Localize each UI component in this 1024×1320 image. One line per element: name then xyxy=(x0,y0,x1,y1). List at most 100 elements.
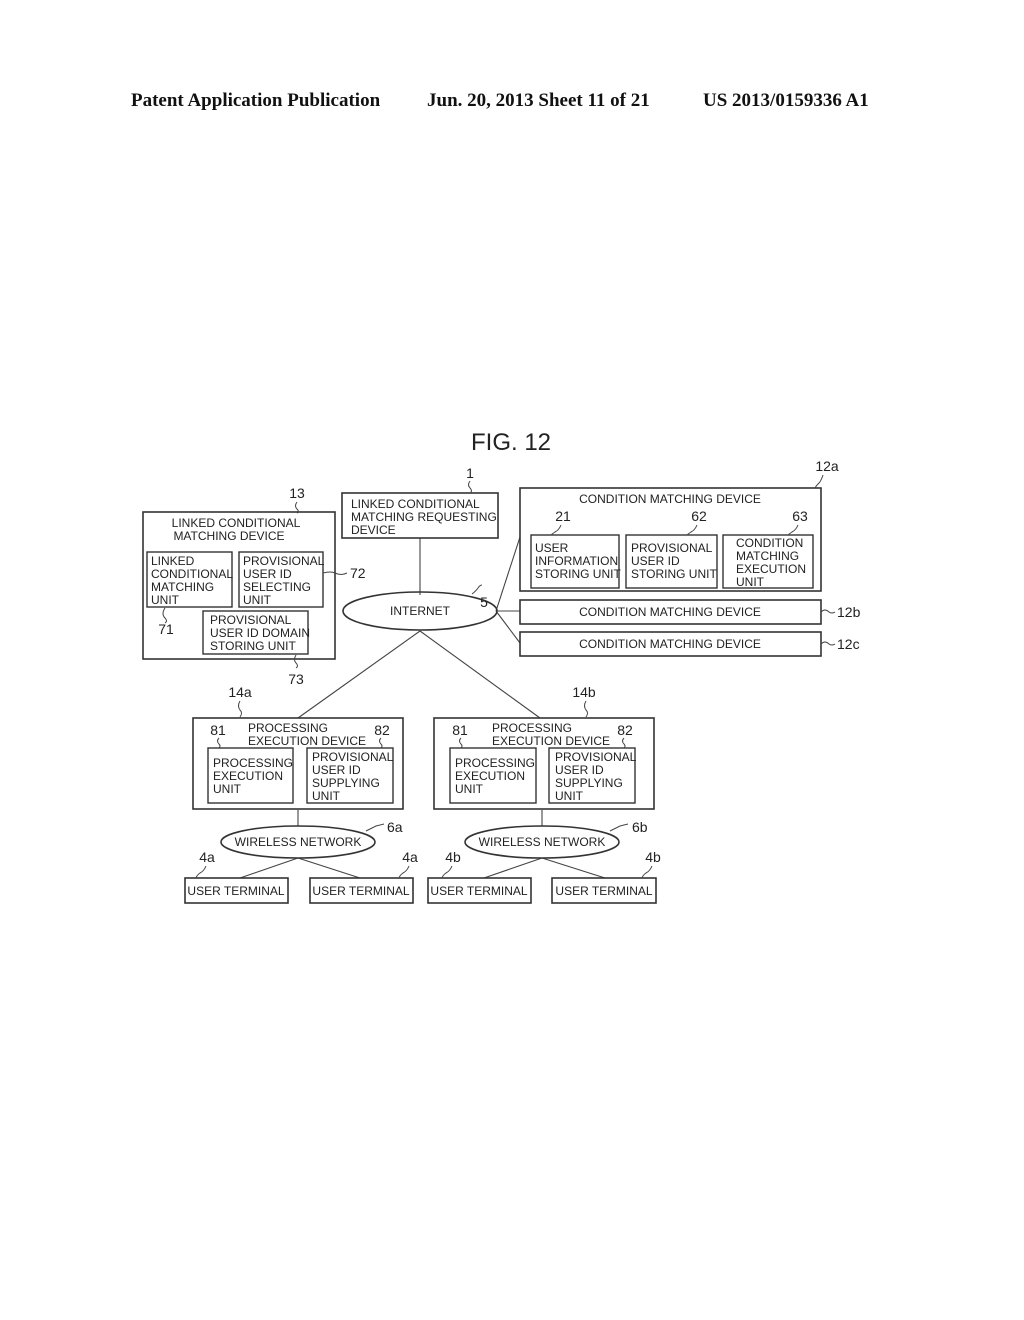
unit-label: PROVISIONAL xyxy=(555,750,637,764)
device-label: LINKED CONDITIONAL xyxy=(172,516,301,530)
ref-4b: 4b xyxy=(445,849,461,865)
link-internet-14a xyxy=(297,630,421,719)
link-6b-terminal-3 xyxy=(483,857,543,879)
ref-73: 73 xyxy=(288,671,304,687)
condition-matching-device-12b: CONDITION MATCHING DEVICE 12b xyxy=(519,599,861,625)
link-internet-12a xyxy=(495,536,521,612)
unit-label: USER ID xyxy=(631,554,680,568)
ref-82: 82 xyxy=(617,722,633,738)
terminal-label: USER TERMINAL xyxy=(312,884,409,898)
device-label: EXECUTION DEVICE xyxy=(248,734,366,748)
linked-conditional-matching-device: LINKED CONDITIONAL MATCHING DEVICE 13 LI… xyxy=(142,485,366,687)
device-label: PROCESSING xyxy=(492,721,572,735)
wireless-label: WIRELESS NETWORK xyxy=(235,835,362,849)
link-internet-12c xyxy=(495,610,521,644)
unit-label: USER xyxy=(535,541,569,555)
ref-6a: 6a xyxy=(387,819,403,835)
device-label: CONDITION MATCHING DEVICE xyxy=(579,637,761,651)
unit-label: STORING UNIT xyxy=(210,639,296,653)
provisional-user-id-domain-storing-unit: PROVISIONAL USER ID DOMAIN STORING UNIT … xyxy=(202,610,310,687)
unit-label: EXECUTION xyxy=(213,769,283,783)
condition-matching-execution-unit: CONDITION MATCHING EXECUTION UNIT 63 xyxy=(722,508,814,589)
unit-label: USER ID xyxy=(312,763,361,777)
unit-label: LINKED xyxy=(151,554,195,568)
unit-label: UNIT xyxy=(736,575,765,589)
wireless-network-6b: WIRELESS NETWORK 6b xyxy=(464,819,648,859)
unit-label: PROVISIONAL xyxy=(243,554,325,568)
ref-21: 21 xyxy=(555,508,571,524)
condition-matching-device-12c: CONDITION MATCHING DEVICE 12c xyxy=(519,631,860,657)
ref-72: 72 xyxy=(350,565,366,581)
provisional-user-id-selecting-unit: PROVISIONAL USER ID SELECTING UNIT 72 xyxy=(238,551,366,608)
unit-label: PROCESSING xyxy=(213,756,293,770)
device-label: MATCHING DEVICE xyxy=(173,529,284,543)
ref-1: 1 xyxy=(466,465,474,481)
device-label: LINKED CONDITIONAL xyxy=(351,497,480,511)
ref-81: 81 xyxy=(210,722,226,738)
unit-label: CONDITION xyxy=(736,536,803,550)
device-label: CONDITION MATCHING DEVICE xyxy=(579,492,761,506)
device-label: DEVICE xyxy=(351,523,396,537)
user-information-storing-unit: USER INFORMATION STORING UNIT 21 xyxy=(530,508,621,589)
provisional-user-id-storing-unit: PROVISIONAL USER ID STORING UNIT 62 xyxy=(625,508,718,589)
unit-label: UNIT xyxy=(243,593,272,607)
ref-4b: 4b xyxy=(645,849,661,865)
unit-label: UNIT xyxy=(455,782,484,796)
device-label: MATCHING REQUESTING xyxy=(351,510,497,524)
ref-12c: 12c xyxy=(837,636,860,652)
unit-label: STORING UNIT xyxy=(631,567,717,581)
ref-12b: 12b xyxy=(837,604,861,620)
link-6b-terminal-4 xyxy=(541,857,606,879)
ref-6b: 6b xyxy=(632,819,648,835)
ref-63: 63 xyxy=(792,508,808,524)
unit-label: SUPPLYING xyxy=(312,776,380,790)
unit-label: UNIT xyxy=(213,782,242,796)
condition-matching-device-12a: CONDITION MATCHING DEVICE 12a USER INFOR… xyxy=(519,458,839,592)
linked-conditional-matching-requesting-device: LINKED CONDITIONAL MATCHING REQUESTING D… xyxy=(341,465,499,539)
unit-label: UNIT xyxy=(312,789,341,803)
wireless-network-6a: WIRELESS NETWORK 6a xyxy=(220,819,403,859)
unit-label: USER ID xyxy=(243,567,292,581)
ref-4a: 4a xyxy=(199,849,215,865)
unit-label: CONDITIONAL xyxy=(151,567,233,581)
processing-execution-device-14a: PROCESSING EXECUTION DEVICE 14a PROCESSI… xyxy=(192,684,404,810)
unit-label: SUPPLYING xyxy=(555,776,623,790)
unit-label: UNIT xyxy=(151,593,180,607)
device-label: PROCESSING xyxy=(248,721,328,735)
unit-label: STORING UNIT xyxy=(535,567,621,581)
processing-execution-device-14b: PROCESSING EXECUTION DEVICE 14b PROCESSI… xyxy=(433,684,655,810)
unit-label: EXECUTION xyxy=(736,562,806,576)
ref-4a: 4a xyxy=(402,849,418,865)
fig-12-diagram: FIG. 12 LINKED CONDITIONAL MATCHING DEVI… xyxy=(142,429,861,904)
unit-label: PROVISIONAL xyxy=(631,541,713,555)
internet-label: INTERNET xyxy=(390,604,451,618)
unit-label: PROVISIONAL xyxy=(312,750,394,764)
link-6a-terminal-1 xyxy=(239,857,299,879)
unit-label: MATCHING xyxy=(736,549,799,563)
ref-5: 5 xyxy=(480,594,488,610)
device-label: EXECUTION DEVICE xyxy=(492,734,610,748)
unit-label: USER ID DOMAIN xyxy=(210,626,310,640)
ref-62: 62 xyxy=(691,508,707,524)
device-label: CONDITION MATCHING DEVICE xyxy=(579,605,761,619)
ref-14b: 14b xyxy=(572,684,596,700)
unit-label: MATCHING xyxy=(151,580,214,594)
figure-title: FIG. 12 xyxy=(471,429,551,456)
wireless-label: WIRELESS NETWORK xyxy=(479,835,606,849)
unit-label: SELECTING xyxy=(243,580,311,594)
terminal-label: USER TERMINAL xyxy=(555,884,652,898)
link-internet-14b xyxy=(419,630,541,719)
ref-12a: 12a xyxy=(815,458,839,474)
internet-cloud: INTERNET 5 xyxy=(342,584,498,631)
ref-81: 81 xyxy=(452,722,468,738)
unit-label: EXECUTION xyxy=(455,769,525,783)
ref-14a: 14a xyxy=(228,684,252,700)
unit-label: PROVISIONAL xyxy=(210,613,292,627)
unit-label: INFORMATION xyxy=(535,554,618,568)
unit-label: UNIT xyxy=(555,789,584,803)
terminal-label: USER TERMINAL xyxy=(430,884,527,898)
ref-13: 13 xyxy=(289,485,305,501)
ref-82: 82 xyxy=(374,722,390,738)
terminal-label: USER TERMINAL xyxy=(187,884,284,898)
ref-71: 71 xyxy=(158,621,174,637)
